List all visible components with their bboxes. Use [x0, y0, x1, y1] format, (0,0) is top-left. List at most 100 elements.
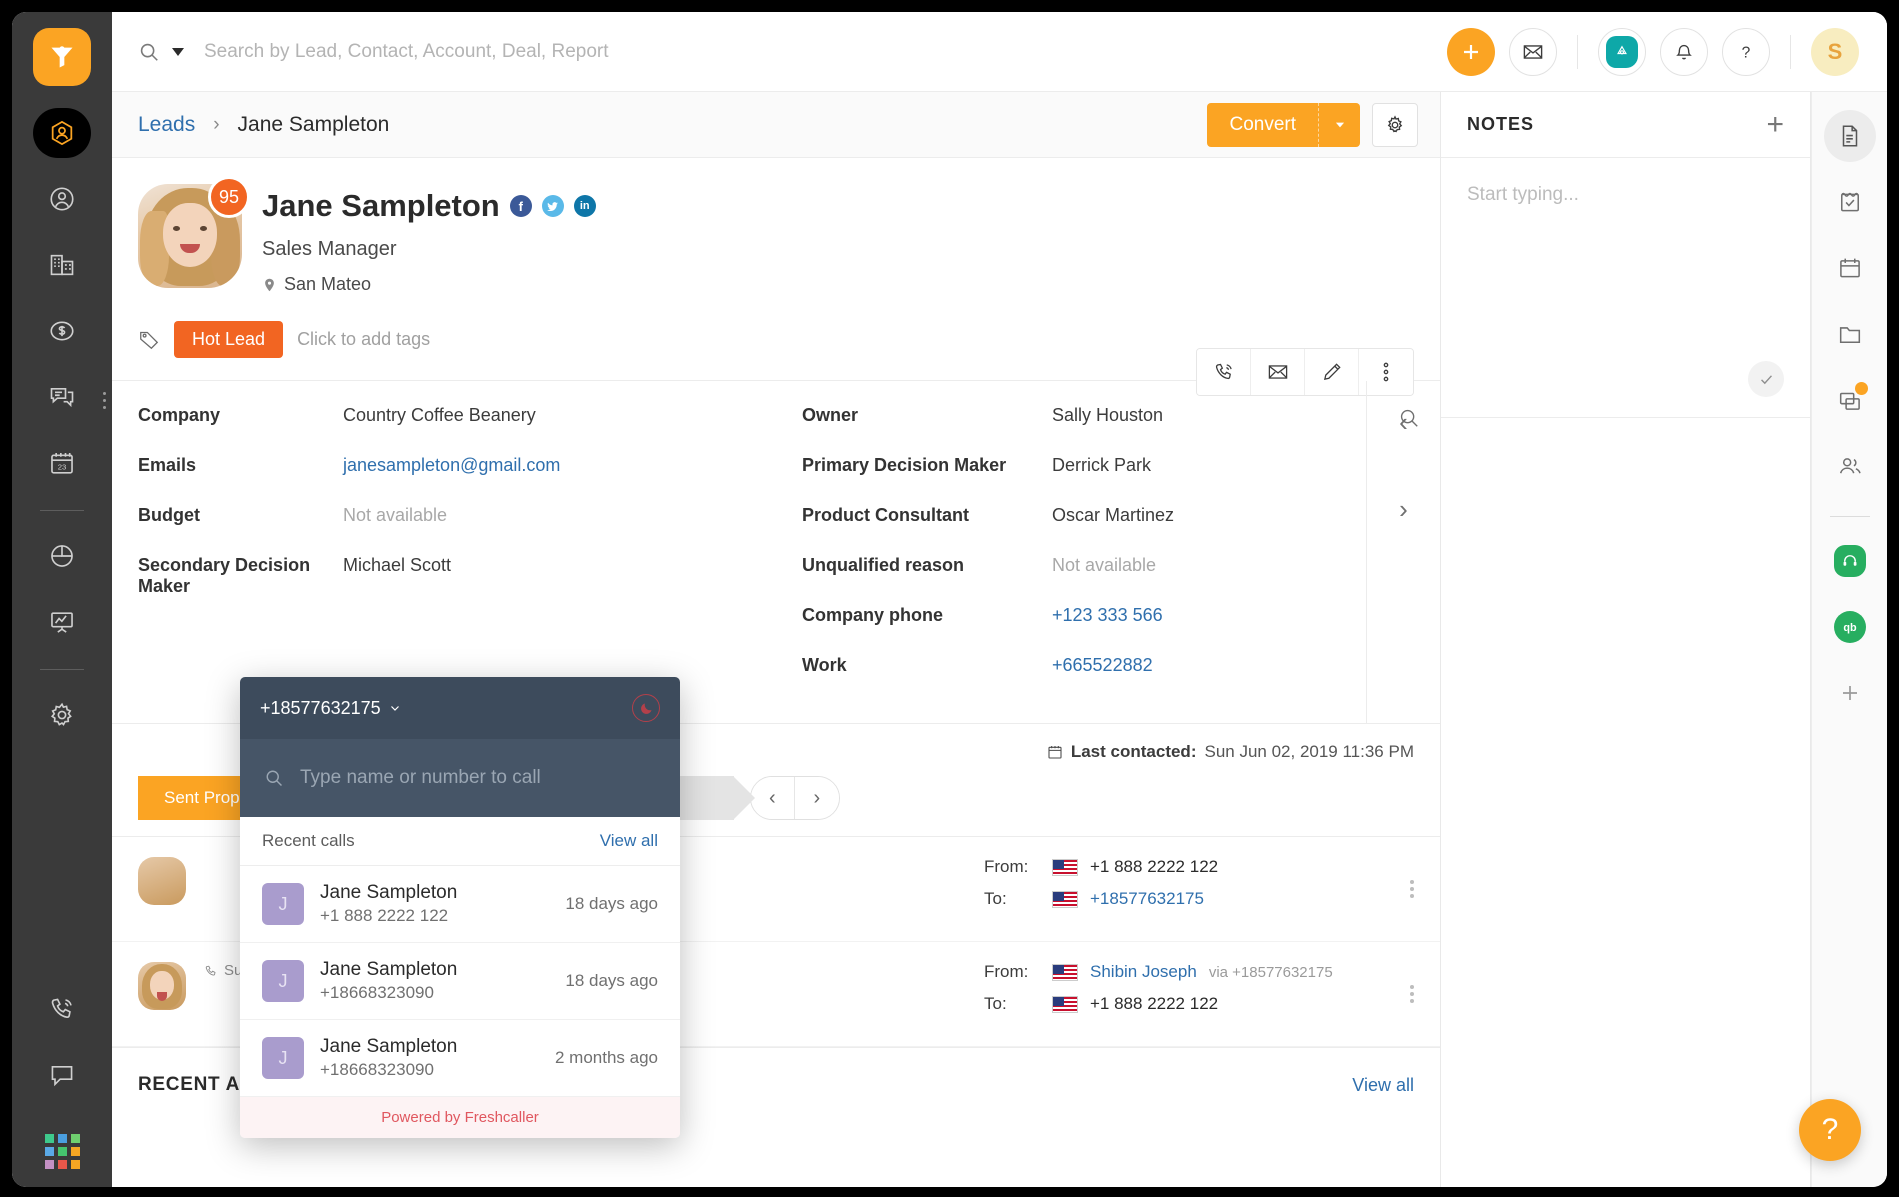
- topbar-divider: [1577, 35, 1578, 69]
- breadcrumb-leads-link[interactable]: Leads: [138, 113, 195, 137]
- sidebar-item-contacts[interactable]: [33, 174, 91, 224]
- save-note-button[interactable]: [1748, 361, 1784, 397]
- conversation-menu-icon[interactable]: [1410, 982, 1414, 1006]
- sidebar-item-leads[interactable]: [33, 108, 91, 158]
- detail-label: Company phone: [802, 605, 1052, 626]
- sidebar-item-phone[interactable]: [33, 984, 91, 1034]
- detail-value: Country Coffee Beanery: [343, 405, 536, 426]
- sidebar-item-deals[interactable]: [33, 306, 91, 356]
- linkedin-icon[interactable]: in: [574, 195, 596, 217]
- sidebar-divider: [40, 510, 84, 511]
- rail-item-freshcaller[interactable]: [1824, 535, 1876, 587]
- detail-label: Budget: [138, 505, 343, 526]
- call-contact-name: Jane Sampleton: [320, 959, 549, 981]
- lead-location-text: San Mateo: [284, 274, 371, 295]
- detail-value: Derrick Park: [1052, 455, 1151, 476]
- user-avatar[interactable]: S: [1811, 28, 1859, 76]
- convert-dropdown-button[interactable]: [1318, 103, 1360, 147]
- recent-call-item[interactable]: J Jane Sampleton +1 888 2222 122 18 days…: [240, 866, 680, 943]
- freshchat-button[interactable]: [1598, 28, 1646, 76]
- call-info: Jane Sampleton +1 888 2222 122: [320, 882, 549, 926]
- left-navigation-sidebar: 23: [12, 12, 112, 1187]
- to-line: To: +18577632175: [984, 889, 1414, 909]
- rail-item-appointments[interactable]: [1824, 242, 1876, 294]
- sidebar-item-accounts[interactable]: [33, 240, 91, 290]
- detail-row-emails: Emails janesampleton@gmail.com: [138, 455, 749, 476]
- kebab-menu-icon: [1383, 361, 1389, 383]
- sidebar-item-chat[interactable]: [33, 1050, 91, 1100]
- details-next-button[interactable]: ›: [1399, 494, 1408, 525]
- to-line: To: +1 888 2222 122: [984, 994, 1414, 1014]
- recent-call-item[interactable]: J Jane Sampleton +18668323090 18 days ag…: [240, 943, 680, 1020]
- pipeline-next-button[interactable]: ›: [795, 777, 839, 819]
- rail-item-quickbooks[interactable]: qb: [1824, 601, 1876, 653]
- add-new-button[interactable]: [1447, 28, 1495, 76]
- sidebar-item-settings[interactable]: [33, 690, 91, 740]
- sidebar-item-analytics[interactable]: [33, 597, 91, 647]
- add-note-button[interactable]: +: [1766, 110, 1784, 140]
- status-badge[interactable]: Hot Lead: [174, 321, 283, 358]
- detail-row-unqualified-reason: Unqualified reason Not available: [802, 555, 1334, 576]
- rail-item-files[interactable]: [1824, 308, 1876, 360]
- dialer-search-input[interactable]: [300, 767, 656, 789]
- sidebar-item-calendar[interactable]: 23: [33, 438, 91, 488]
- chevron-down-icon[interactable]: [172, 48, 184, 56]
- us-flag-icon: [1052, 891, 1078, 908]
- help-button[interactable]: ?: [1722, 28, 1770, 76]
- settings-button[interactable]: [1372, 103, 1418, 147]
- twitter-icon[interactable]: [542, 195, 564, 217]
- freshcaller-brand[interactable]: Freshcaller: [465, 1109, 539, 1126]
- global-search[interactable]: [138, 41, 1447, 63]
- moon-dnd-icon: [639, 701, 654, 716]
- convert-button[interactable]: Convert: [1207, 103, 1318, 147]
- detail-value-work-phone[interactable]: +665522882: [1052, 655, 1153, 676]
- sidebar-item-conversations[interactable]: [33, 372, 91, 422]
- freshsales-funnel-logo[interactable]: [33, 28, 91, 86]
- details-search-button[interactable]: [1398, 407, 1420, 434]
- conversation-menu-icon[interactable]: [1410, 877, 1414, 901]
- detail-label: Owner: [802, 405, 1052, 426]
- detail-value-phone[interactable]: +123 333 566: [1052, 605, 1163, 626]
- rail-add-app-button[interactable]: [1824, 667, 1876, 719]
- call-number: +18668323090: [320, 1060, 539, 1080]
- task-checklist-icon: [1837, 189, 1863, 215]
- dnd-toggle-button[interactable]: [632, 694, 660, 722]
- sidebar-overflow-dots[interactable]: [103, 392, 106, 409]
- detail-label: Secondary Decision Maker: [138, 555, 343, 597]
- sidebar-item-reports[interactable]: [33, 531, 91, 581]
- last-contacted-value: Sun Jun 02, 2019 11:36 PM: [1204, 742, 1414, 762]
- rail-item-documents[interactable]: [1824, 110, 1876, 162]
- dialer-search-row[interactable]: [240, 739, 680, 817]
- us-flag-icon: [1052, 996, 1078, 1013]
- help-floating-button[interactable]: ?: [1799, 1099, 1861, 1161]
- mail-button[interactable]: [1509, 28, 1557, 76]
- detail-value-email[interactable]: janesampleton@gmail.com: [343, 455, 560, 476]
- to-value[interactable]: +18577632175: [1090, 889, 1204, 909]
- from-value[interactable]: Shibin Joseph: [1090, 962, 1197, 982]
- freshchat-icon: [1606, 36, 1638, 68]
- rail-item-contacts[interactable]: [1824, 440, 1876, 492]
- from-label: From:: [984, 962, 1040, 982]
- document-icon: [1837, 123, 1863, 149]
- dialer-number-selector[interactable]: +18577632175: [260, 698, 401, 719]
- recent-activities-view-all[interactable]: View all: [1352, 1075, 1414, 1096]
- people-icon: [1837, 453, 1863, 479]
- rail-item-chat-window[interactable]: [1824, 374, 1876, 426]
- recent-calls-view-all[interactable]: View all: [600, 831, 658, 851]
- rail-item-tasks[interactable]: [1824, 176, 1876, 228]
- freshcaller-dialer-popup: +18577632175 Recent calls View all: [240, 677, 680, 1138]
- facebook-icon[interactable]: f: [510, 195, 532, 217]
- rail-divider: [1830, 516, 1870, 517]
- apps-grid-icon[interactable]: [45, 1134, 80, 1169]
- search-input[interactable]: [204, 41, 724, 63]
- add-tags-link[interactable]: Click to add tags: [297, 329, 430, 350]
- call-timestamp: 18 days ago: [565, 971, 658, 991]
- recent-call-item[interactable]: J Jane Sampleton +18668323090 2 months a…: [240, 1020, 680, 1097]
- dialer-header: +18577632175: [240, 677, 680, 739]
- map-pin-icon: [262, 276, 277, 294]
- notifications-button[interactable]: [1660, 28, 1708, 76]
- detail-value: Michael Scott: [343, 555, 451, 576]
- call-timestamp: 2 months ago: [555, 1048, 658, 1068]
- notes-editor[interactable]: Start typing...: [1441, 158, 1810, 418]
- pipeline-prev-button[interactable]: ‹: [751, 777, 795, 819]
